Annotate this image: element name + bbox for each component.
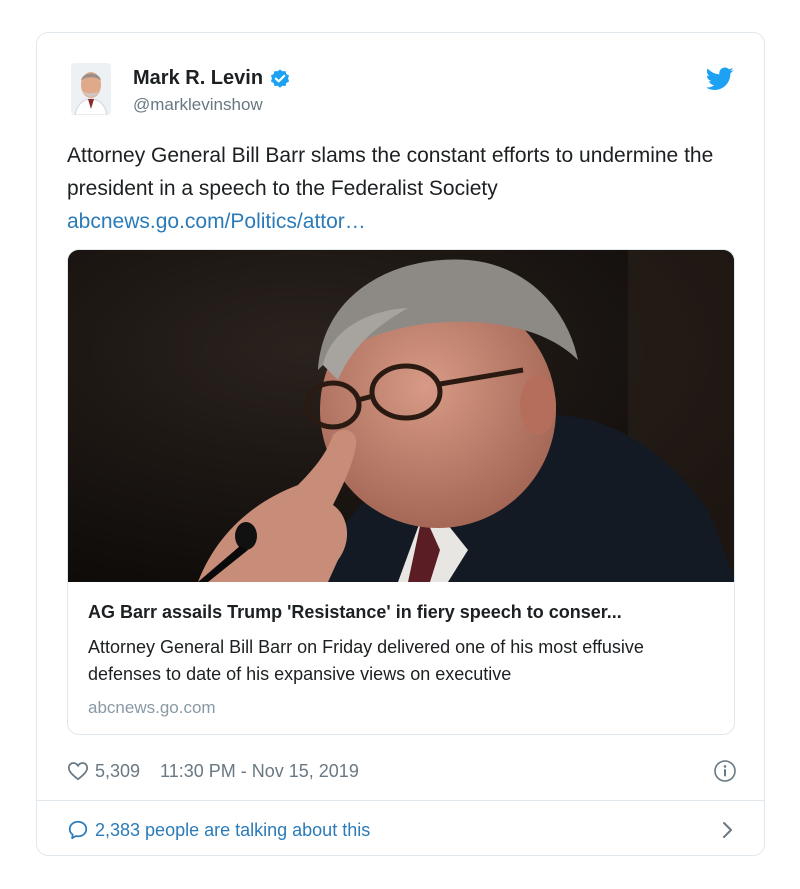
card-photo[interactable] [68, 250, 734, 582]
twitter-bird-icon[interactable] [705, 67, 734, 91]
tweet-card[interactable]: Mark R. Levin @marklevinshow Attorney Ge… [36, 32, 765, 856]
tweet-text: Attorney General Bill Barr slams the con… [67, 139, 747, 238]
divider [37, 800, 764, 801]
card-domain: abcnews.go.com [88, 698, 216, 717]
author-name-text[interactable]: Mark R. Levin [133, 67, 263, 90]
chevron-right-icon[interactable] [719, 820, 737, 840]
author-avatar[interactable] [71, 63, 111, 115]
info-icon[interactable] [713, 759, 737, 783]
tweet-header: Mark R. Levin @marklevinshow [37, 33, 764, 133]
tweet-timestamp[interactable]: 11:30 PM - Nov 15, 2019 [160, 761, 359, 782]
conversation-link[interactable]: 2,383 people are talking about this [67, 816, 737, 844]
link-preview-card[interactable]: AG Barr assails Trump 'Resistance' in fi… [67, 249, 735, 735]
author-name[interactable]: Mark R. Levin [133, 67, 291, 90]
heart-icon[interactable] [67, 760, 89, 782]
talking-count-text[interactable]: 2,383 people are talking about this [95, 820, 370, 841]
tweet-meta: 5,309 11:30 PM - Nov 15, 2019 [67, 757, 737, 785]
like-count[interactable]: 5,309 [95, 761, 140, 782]
verified-badge-icon [269, 68, 291, 90]
card-description: Attorney General Bill Barr on Friday del… [88, 637, 644, 684]
speech-bubble-icon [67, 819, 89, 841]
tweet-link[interactable]: abcnews.go.com/Politics/attor… [67, 205, 747, 238]
tweet-body: Attorney General Bill Barr slams the con… [67, 144, 714, 200]
author-handle[interactable]: @marklevinshow [133, 95, 263, 115]
card-title[interactable]: AG Barr assails Trump 'Resistance' in fi… [88, 602, 718, 623]
